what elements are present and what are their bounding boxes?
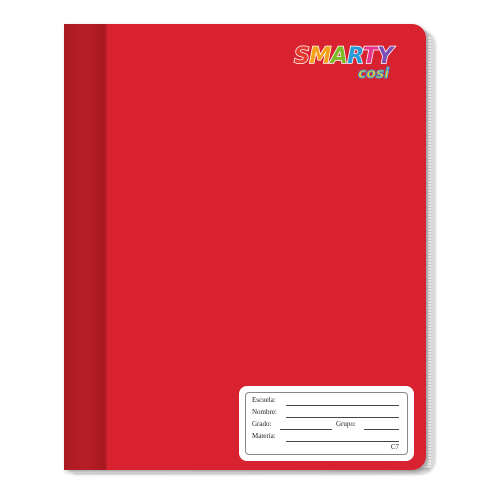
label-frame: Escuela: Nombre: Grado: Grupo: Materia: … [245, 392, 408, 455]
notebook-cover: SMARTY cosi Escuela: Nombre: Grado: Grup… [64, 24, 426, 470]
label-code: C7 [390, 443, 399, 451]
label-line [280, 429, 332, 430]
brand-letter: S [293, 43, 310, 70]
notebook-spine [64, 24, 105, 470]
label-line [286, 405, 399, 406]
brand-sub: cosi [357, 66, 390, 83]
label-escuela: Escuela: [252, 396, 276, 404]
label-nombre: Nombre: [252, 408, 277, 416]
label-grado: Grado: [252, 420, 272, 428]
spine-edge [105, 24, 107, 470]
label-materia: Materia: [252, 432, 276, 440]
label-line [286, 417, 399, 418]
brand-logo: SMARTY cosi [293, 43, 414, 88]
brand-letter: M [309, 43, 332, 70]
brand-letter: A [330, 43, 348, 70]
label-line [364, 429, 399, 430]
label-line [286, 441, 399, 442]
label-grupo: Grupo: [336, 420, 356, 428]
name-label: Escuela: Nombre: Grado: Grupo: Materia: … [241, 388, 412, 459]
